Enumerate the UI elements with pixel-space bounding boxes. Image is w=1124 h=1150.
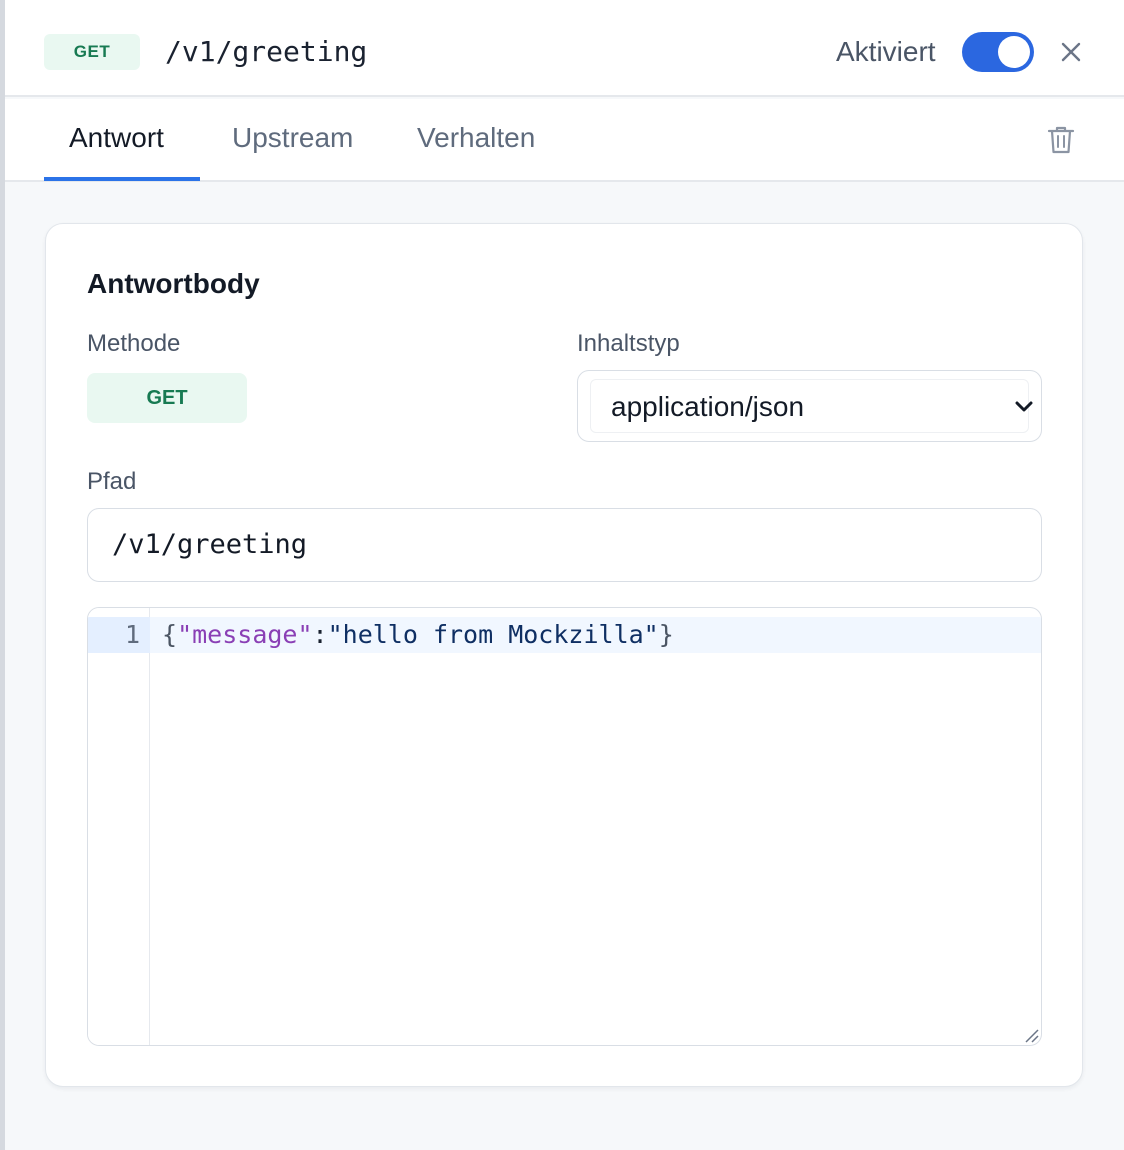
resize-handle-icon[interactable] — [1023, 1027, 1039, 1043]
code-open-brace: { — [162, 620, 178, 649]
content-type-select[interactable]: application/json — [577, 370, 1042, 442]
method-value-badge: GET — [87, 373, 247, 423]
method-badge: GET — [44, 34, 140, 70]
code-close-brace: } — [658, 620, 674, 649]
code-json-key: "message" — [177, 620, 313, 649]
trash-icon — [1047, 126, 1075, 154]
line-number: 1 — [124, 620, 140, 649]
method-label: Methode — [87, 330, 181, 357]
tab-verhalten[interactable]: Verhalten — [393, 99, 559, 180]
code-editor[interactable]: 1 {"message":"hello from Mockzilla"} — [87, 607, 1042, 1046]
path-label: Pfad — [87, 468, 137, 495]
active-tab-indicator — [44, 177, 200, 181]
close-button[interactable] — [1055, 36, 1087, 68]
content-type-value: application/json — [611, 391, 805, 422]
content-type-label: Inhaltstyp — [577, 330, 680, 357]
tab-antwort[interactable]: Antwort — [45, 99, 188, 180]
enabled-toggle[interactable] — [962, 32, 1034, 72]
endpoint-header: GET /v1/greeting Aktiviert — [5, 0, 1124, 97]
editor-gutter — [88, 608, 150, 1045]
code-line[interactable]: {"message":"hello from Mockzilla"} — [162, 617, 674, 653]
toggle-knob — [998, 36, 1030, 68]
endpoint-path-title: /v1/greeting — [165, 35, 368, 68]
code-colon: : — [312, 620, 328, 649]
tab-upstream[interactable]: Upstream — [208, 99, 377, 180]
path-input[interactable]: /v1/greeting — [87, 508, 1042, 582]
tab-bar: Antwort Upstream Verhalten — [5, 99, 1124, 182]
enabled-toggle-label: Aktiviert — [836, 36, 936, 67]
code-json-value: "hello from Mockzilla" — [327, 620, 659, 649]
close-icon — [1061, 42, 1081, 62]
chevron-down-icon — [1015, 401, 1033, 412]
response-body-card: Antwortbody Methode GET Inhaltstyp appli… — [45, 223, 1083, 1087]
delete-button[interactable] — [1044, 123, 1078, 157]
card-title: Antwortbody — [87, 268, 260, 299]
